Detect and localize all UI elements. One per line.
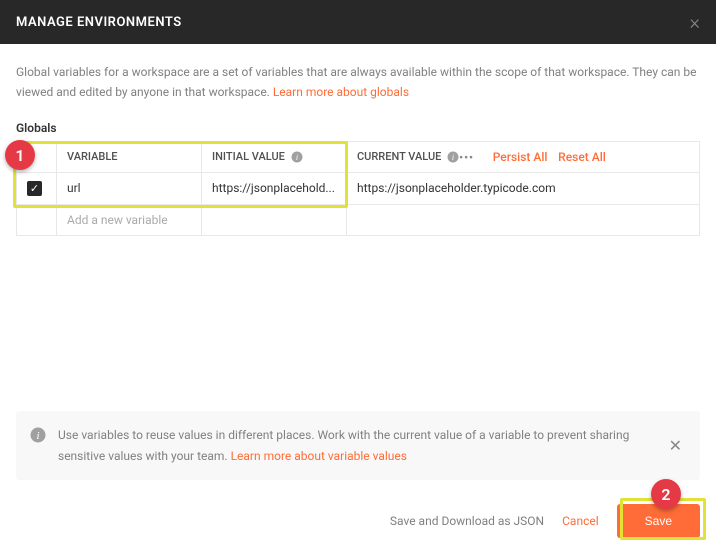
info-icon[interactable]: i xyxy=(291,151,303,163)
row-checkbox-cell xyxy=(17,204,57,235)
dialog-title: MANAGE ENVIRONMENTS xyxy=(16,15,182,30)
hint-banner: i Use variables to reuse values in diffe… xyxy=(16,411,700,480)
table-row[interactable]: ✓ url https://jsonplacehold... https://j… xyxy=(17,172,700,204)
save-download-button[interactable]: Save and Download as JSON xyxy=(390,514,544,528)
col-initial-value-header: INITIAL VALUE i xyxy=(202,141,347,172)
svg-text:i: i xyxy=(452,153,454,162)
table-row-new[interactable]: Add a new variable xyxy=(17,204,700,235)
variable-name-cell[interactable]: url xyxy=(57,172,202,204)
col-variable-header: VARIABLE xyxy=(57,141,202,172)
annotation-badge: 2 xyxy=(651,479,681,509)
save-button[interactable]: Save xyxy=(617,504,700,538)
globals-table: VARIABLE INITIAL VALUE i CURRENT VALUE i… xyxy=(16,141,700,236)
close-icon[interactable]: × xyxy=(690,10,700,34)
dialog-body: Global variables for a workspace are a s… xyxy=(0,44,716,236)
info-icon: i xyxy=(30,427,46,446)
description-text: Global variables for a workspace are a s… xyxy=(16,62,700,103)
cancel-button[interactable]: Cancel xyxy=(562,514,599,528)
learn-more-values-link[interactable]: Learn more about variable values xyxy=(231,449,407,463)
empty-current-cell[interactable] xyxy=(347,204,700,235)
close-icon[interactable]: ✕ xyxy=(665,436,686,455)
empty-initial-cell[interactable] xyxy=(202,204,347,235)
current-value-cell[interactable]: https://jsonplaceholder.typicode.com xyxy=(347,172,700,204)
svg-text:i: i xyxy=(36,430,39,442)
info-icon[interactable]: i xyxy=(447,151,459,163)
col-current-value-header: CURRENT VALUE i ••• Persist All Reset Al… xyxy=(347,141,700,172)
learn-more-globals-link[interactable]: Learn more about globals xyxy=(273,85,409,99)
dialog-header: MANAGE ENVIRONMENTS × xyxy=(0,0,716,44)
dialog-footer: Save and Download as JSON Cancel Save xyxy=(0,488,716,554)
row-checkbox-cell[interactable]: ✓ xyxy=(17,172,57,204)
initial-value-cell[interactable]: https://jsonplacehold... xyxy=(202,172,347,204)
annotation-badge: 1 xyxy=(5,140,35,170)
reset-all-button[interactable]: Reset All xyxy=(558,150,606,164)
persist-all-button[interactable]: Persist All xyxy=(493,150,548,164)
add-variable-placeholder[interactable]: Add a new variable xyxy=(57,204,202,235)
section-title: Globals xyxy=(16,121,700,135)
more-actions-icon[interactable]: ••• xyxy=(459,151,474,164)
checkbox-checked-icon[interactable]: ✓ xyxy=(27,181,42,196)
svg-text:i: i xyxy=(296,153,298,162)
hint-text: Use variables to reuse values in differe… xyxy=(58,425,653,466)
